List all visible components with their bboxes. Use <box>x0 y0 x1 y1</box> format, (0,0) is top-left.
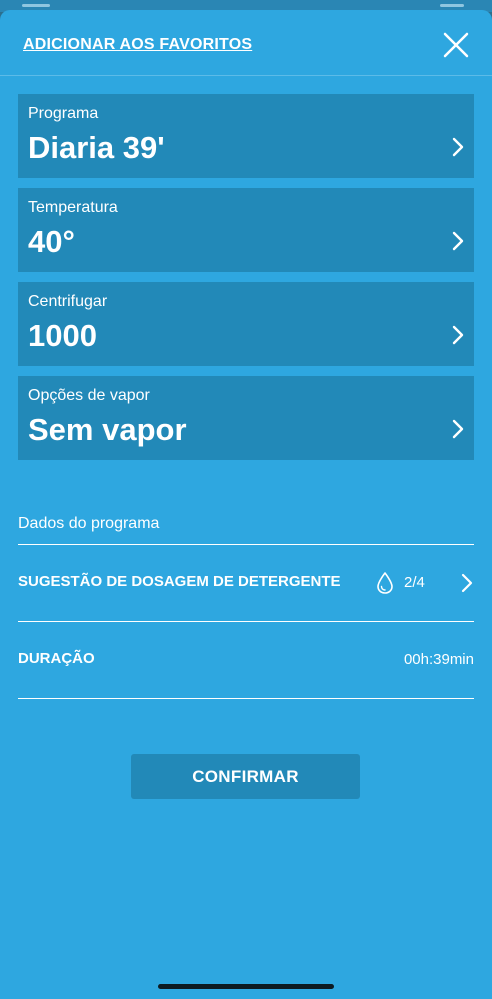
menu-glyph <box>22 4 50 7</box>
confirm-button[interactable]: CONFIRMAR <box>131 754 360 799</box>
close-icon[interactable] <box>441 30 471 60</box>
home-indicator <box>158 984 334 989</box>
sheet-header: ADICIONAR AOS FAVORITOS <box>0 10 492 76</box>
chevron-right-icon <box>461 573 473 593</box>
add-to-favorites-link[interactable]: ADICIONAR AOS FAVORITOS <box>23 36 252 54</box>
chevron-right-icon <box>452 419 464 439</box>
detergent-dosage-value: 2/4 <box>404 574 425 591</box>
chevron-right-icon <box>452 325 464 345</box>
duration-row: DURAÇÃO 00h:39min <box>18 640 474 680</box>
chevron-right-icon <box>452 137 464 157</box>
header-divider <box>0 75 492 76</box>
program-data-title: Dados do programa <box>18 515 160 532</box>
program-card[interactable]: Programa Diaria 39' <box>18 94 474 178</box>
water-drop-icon <box>377 572 393 594</box>
spin-label: Centrifugar <box>28 293 108 310</box>
duration-value: 00h:39min <box>403 651 474 668</box>
row-divider <box>18 698 474 699</box>
section-divider <box>18 544 474 545</box>
program-value: Diaria 39' <box>28 130 165 165</box>
favorites-sheet: ADICIONAR AOS FAVORITOS Programa Diaria … <box>0 10 492 999</box>
chevron-right-icon <box>452 231 464 251</box>
temperature-label: Temperatura <box>28 199 118 216</box>
temperature-value: 40° <box>28 224 75 259</box>
duration-label: DURAÇÃO <box>18 650 95 667</box>
temperature-card[interactable]: Temperatura 40° <box>18 188 474 272</box>
steam-options-card[interactable]: Opções de vapor Sem vapor <box>18 376 474 460</box>
spin-value: 1000 <box>28 318 97 353</box>
steam-options-value: Sem vapor <box>28 412 187 447</box>
status-icons <box>440 4 464 7</box>
program-label: Programa <box>28 105 99 122</box>
steam-options-label: Opções de vapor <box>28 387 150 404</box>
detergent-dosage-row[interactable]: SUGESTÃO DE DOSAGEM DE DETERGENTE 2/4 <box>18 563 474 603</box>
detergent-dosage-label: SUGESTÃO DE DOSAGEM DE DETERGENTE <box>18 573 341 590</box>
row-divider <box>18 621 474 622</box>
spin-card[interactable]: Centrifugar 1000 <box>18 282 474 366</box>
